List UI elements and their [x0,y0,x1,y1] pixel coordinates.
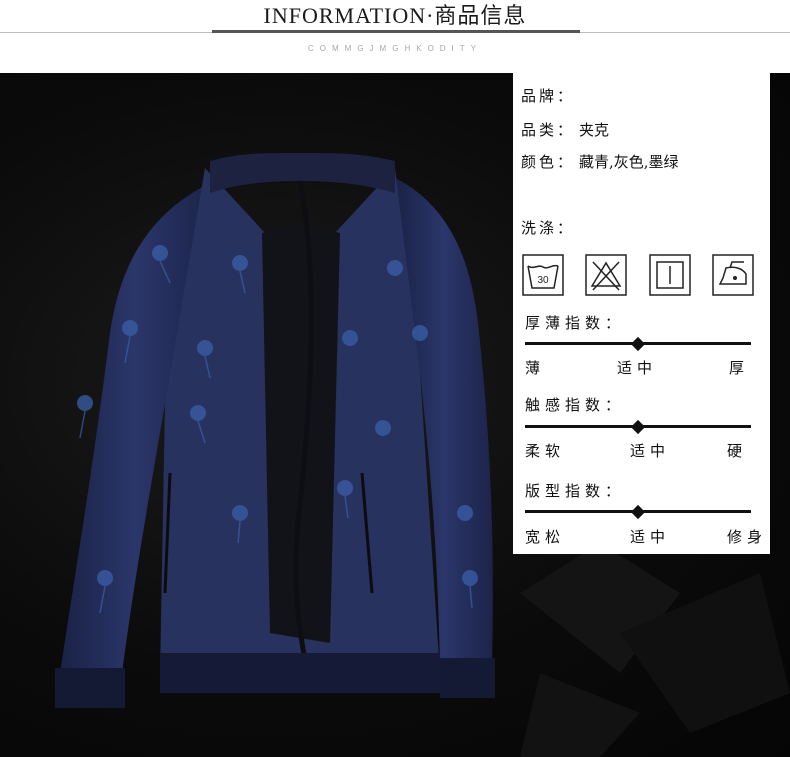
wash-temp-text: 30 [537,275,549,286]
thickness-scale-marker [630,336,646,352]
wash-30-icon: 30 [522,254,564,296]
touch-scale-right: 硬 [727,442,748,460]
touch-scale-marker [630,419,646,435]
header-subtitle: COMMGJMGHKODITY [308,44,482,53]
fit-scale-title: 版型指数： [525,482,626,500]
color-value: 藏青,灰色,墨绿 [579,153,679,171]
brand-label: 品牌： [521,87,576,105]
category-row: 品类： 夹克 [521,119,609,140]
wash-label: 洗涤： [521,219,576,237]
thickness-scale-left: 薄 [525,359,546,377]
category-value: 夹克 [579,121,610,139]
iron-low-icon [712,254,754,296]
wash-row: 洗涤： [521,217,575,238]
tumble-dry-icon [649,254,691,296]
touch-scale-left: 柔软 [525,442,566,460]
touch-scale-mid: 适中 [630,442,671,460]
header-underline [212,30,580,33]
no-bleach-icon [585,254,627,296]
info-header: INFORMATION·商品信息 COMMGJMGHKODITY [0,0,790,73]
thickness-scale-mid: 适中 [617,359,658,377]
category-label: 品类： [521,121,576,139]
fit-scale-left: 宽松 [525,528,566,546]
fit-scale-marker [630,504,646,520]
info-panel: 品牌： 品类： 夹克 颜色： 藏青,灰色,墨绿 洗涤： 30 厚薄指数： 薄 适… [513,73,770,554]
header-title: INFORMATION·商品信息 [263,3,527,28]
thickness-scale-title: 厚薄指数： [525,314,626,332]
fit-scale-mid: 适中 [630,528,671,546]
brand-row: 品牌： [521,85,579,106]
thickness-scale-right: 厚 [729,359,750,377]
color-row: 颜色： 藏青,灰色,墨绿 [521,151,679,172]
fit-scale-right: 修身 [727,528,768,546]
color-label: 颜色： [521,153,576,171]
touch-scale-title: 触感指数： [525,396,626,414]
